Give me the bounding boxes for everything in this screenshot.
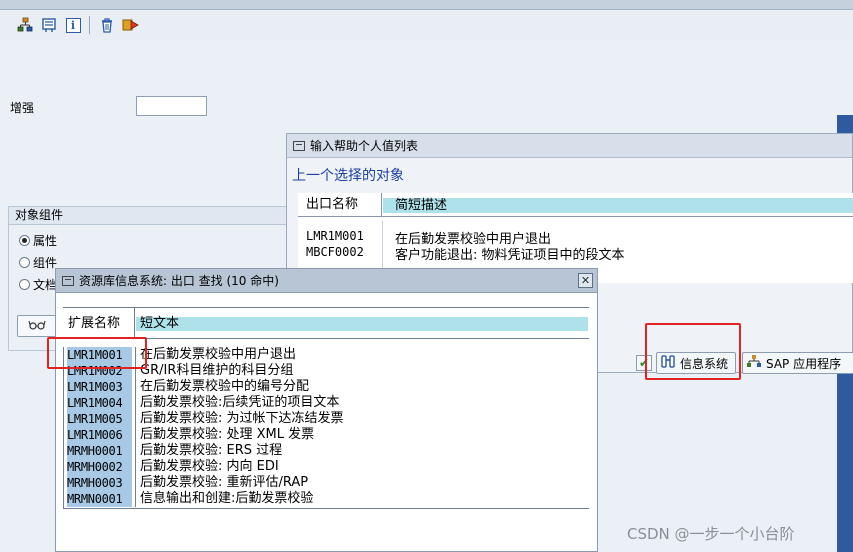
extension-code[interactable]: LMR1M006 bbox=[67, 427, 132, 443]
table-row[interactable]: MBCF0002 客户功能退出: 物料凭证项目中的段文本 bbox=[298, 245, 853, 263]
table-row[interactable]: LMR1M003 在后勤发票校验中的编号分配 bbox=[63, 379, 589, 395]
popup-title: 输入帮助个人值列表 bbox=[310, 139, 419, 153]
tree-icon bbox=[747, 355, 761, 371]
radio-label: 组件 bbox=[33, 255, 58, 270]
popup-title-bar[interactable]: 输入帮助个人值列表 bbox=[287, 134, 852, 158]
column-header-exit-name[interactable]: 出口名称 bbox=[298, 193, 382, 216]
table-row[interactable]: LMR1M001 在后勤发票校验中用户退出 bbox=[298, 229, 853, 247]
table-header: 出口名称 简短描述 bbox=[298, 193, 853, 217]
hierarchy-icon[interactable] bbox=[16, 16, 34, 34]
change-button[interactable] bbox=[17, 315, 57, 337]
exit-desc: 客户功能退出: 物料凭证项目中的段文本 bbox=[395, 248, 625, 263]
toolbar-separator bbox=[89, 16, 90, 34]
extension-desc: 后勤发票校验:后续凭证的项目文本 bbox=[140, 395, 340, 410]
display-icon[interactable] bbox=[40, 16, 58, 34]
extension-desc: GR/IR科目维护的科目分组 bbox=[140, 363, 294, 378]
column-header-short-desc[interactable]: 简短描述 bbox=[383, 198, 853, 213]
extension-desc: 后勤发票校验: 重新评估/RAP bbox=[140, 475, 309, 490]
glasses-icon bbox=[28, 319, 46, 334]
extension-code[interactable]: LMR1M005 bbox=[67, 411, 132, 427]
extension-desc: 后勤发票校验: 处理 XML 发票 bbox=[140, 427, 315, 442]
repository-info-system-popup: 资源库信息系统: 出口 查找 (10 命中) ✕ 扩展名称 短文本 LMR1M0… bbox=[55, 268, 598, 552]
extension-code[interactable]: MRMH0002 bbox=[67, 459, 132, 475]
table-header: 扩展名称 短文本 bbox=[63, 307, 589, 339]
extension-desc: 后勤发票校验: ERS 过程 bbox=[140, 443, 283, 458]
table-row[interactable]: LMR1M004 后勤发票校验:后续凭证的项目文本 bbox=[63, 395, 589, 411]
radio-label: 属性 bbox=[33, 233, 58, 248]
close-icon[interactable]: ✕ bbox=[578, 273, 593, 288]
extension-desc: 在后勤发票校验中的编号分配 bbox=[140, 379, 310, 394]
popup-title-bar[interactable]: 资源库信息系统: 出口 查找 (10 命中) ✕ bbox=[56, 269, 597, 293]
transport-icon[interactable] bbox=[122, 16, 140, 34]
exit-code: MBCF0002 bbox=[306, 245, 364, 259]
column-header-extension-name[interactable]: 扩展名称 bbox=[63, 308, 135, 339]
object-components-title: 对象组件 bbox=[9, 207, 289, 225]
window-icon bbox=[293, 140, 305, 151]
enhancement-label: 增强 bbox=[10, 101, 35, 115]
sap-application-button[interactable]: SAP 应用程序 bbox=[742, 352, 853, 374]
extension-code[interactable]: MRMN0001 bbox=[67, 491, 132, 507]
radio-documentation[interactable]: 文档 bbox=[19, 275, 57, 293]
popup-title: 资源库信息系统: 出口 查找 (10 命中) bbox=[79, 274, 279, 288]
radio-components[interactable]: 组件 bbox=[19, 253, 57, 271]
radio-attributes[interactable]: 属性 bbox=[19, 231, 57, 249]
popup-subtitle: 上一个选择的对象 bbox=[292, 168, 404, 184]
trash-icon[interactable] bbox=[98, 16, 116, 34]
table-row[interactable]: LMR1M006 后勤发票校验: 处理 XML 发票 bbox=[63, 427, 589, 443]
result-rows: LMR1M001 在后勤发票校验中用户退出 LMR1M002 GR/IR科目维护的科… bbox=[63, 347, 589, 507]
title-band bbox=[0, 0, 853, 10]
watermark: CSDN @一步一个小台阶 bbox=[627, 525, 795, 543]
window-icon bbox=[62, 275, 74, 286]
extension-code[interactable]: LMR1M003 bbox=[67, 379, 132, 395]
enhancement-input[interactable] bbox=[136, 96, 207, 116]
extension-desc: 后勤发票校验: 内向 EDI bbox=[140, 459, 279, 474]
application-toolbar: i bbox=[0, 10, 853, 40]
extension-code[interactable]: MRMH0001 bbox=[67, 443, 132, 459]
radio-button[interactable] bbox=[19, 234, 30, 246]
extension-desc: 信息输出和创建:后勤发票校验 bbox=[140, 491, 314, 506]
sap-application-label: SAP 应用程序 bbox=[766, 356, 842, 371]
column-header-short-text[interactable]: 短文本 bbox=[136, 317, 588, 331]
highlight-box-first-exit bbox=[47, 337, 147, 369]
info-icon[interactable]: i bbox=[64, 16, 82, 34]
extension-desc: 在后勤发票校验中用户退出 bbox=[140, 347, 297, 362]
extension-desc: 后勤发票校验: 为过帐下达冻结发票 bbox=[140, 411, 344, 426]
highlight-box-info-system bbox=[645, 323, 741, 380]
table-row[interactable]: LMR1M005 后勤发票校验: 为过帐下达冻结发票 bbox=[63, 411, 589, 427]
table-border bbox=[63, 508, 589, 509]
extension-code[interactable]: MRMH0003 bbox=[67, 475, 132, 491]
radio-button[interactable] bbox=[19, 256, 30, 268]
radio-button[interactable] bbox=[19, 278, 30, 290]
table-row[interactable]: MRMH0003 后勤发票校验: 重新评估/RAP bbox=[63, 475, 589, 491]
table-row[interactable]: MRMN0001 信息输出和创建:后勤发票校验 bbox=[63, 491, 589, 507]
exit-code: LMR1M001 bbox=[306, 229, 364, 243]
table-row[interactable]: MRMH0001 后勤发票校验: ERS 过程 bbox=[63, 443, 589, 459]
radio-label: 文档 bbox=[33, 277, 58, 292]
table-row[interactable]: MRMH0002 后勤发票校验: 内向 EDI bbox=[63, 459, 589, 475]
extension-code[interactable]: LMR1M004 bbox=[67, 395, 132, 411]
